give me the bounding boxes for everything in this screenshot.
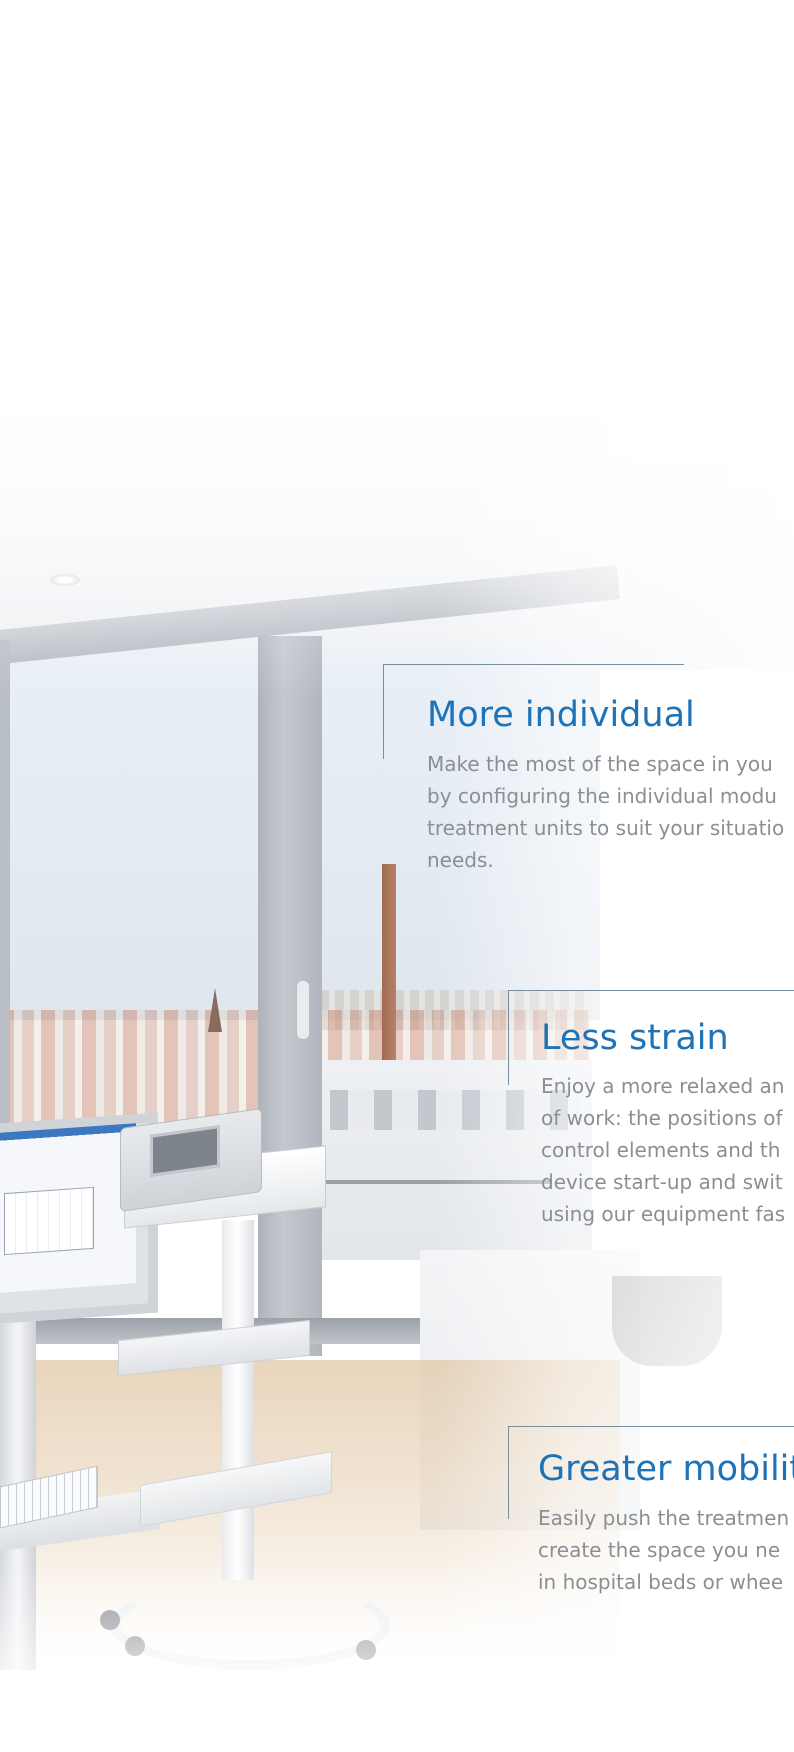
feature-title: Less strain [541, 1018, 729, 1058]
brochure-page: More individual Make the most of the spa… [0, 0, 794, 1752]
feature-title: More individual [427, 695, 695, 735]
feature-less-strain: Less strain Enjoy a more relaxed an of w… [508, 990, 794, 1230]
feature-body: Make the most of the space in you by con… [427, 752, 785, 872]
feature-more-individual: More individual Make the most of the spa… [383, 664, 794, 884]
feature-body: Enjoy a more relaxed an of work: the pos… [541, 1074, 786, 1226]
feature-greater-mobility: Greater mobility Easily push the treatme… [508, 1426, 794, 1626]
feature-title: Greater mobility [538, 1449, 794, 1489]
feature-body: Easily push the treatmen create the spac… [538, 1506, 790, 1594]
